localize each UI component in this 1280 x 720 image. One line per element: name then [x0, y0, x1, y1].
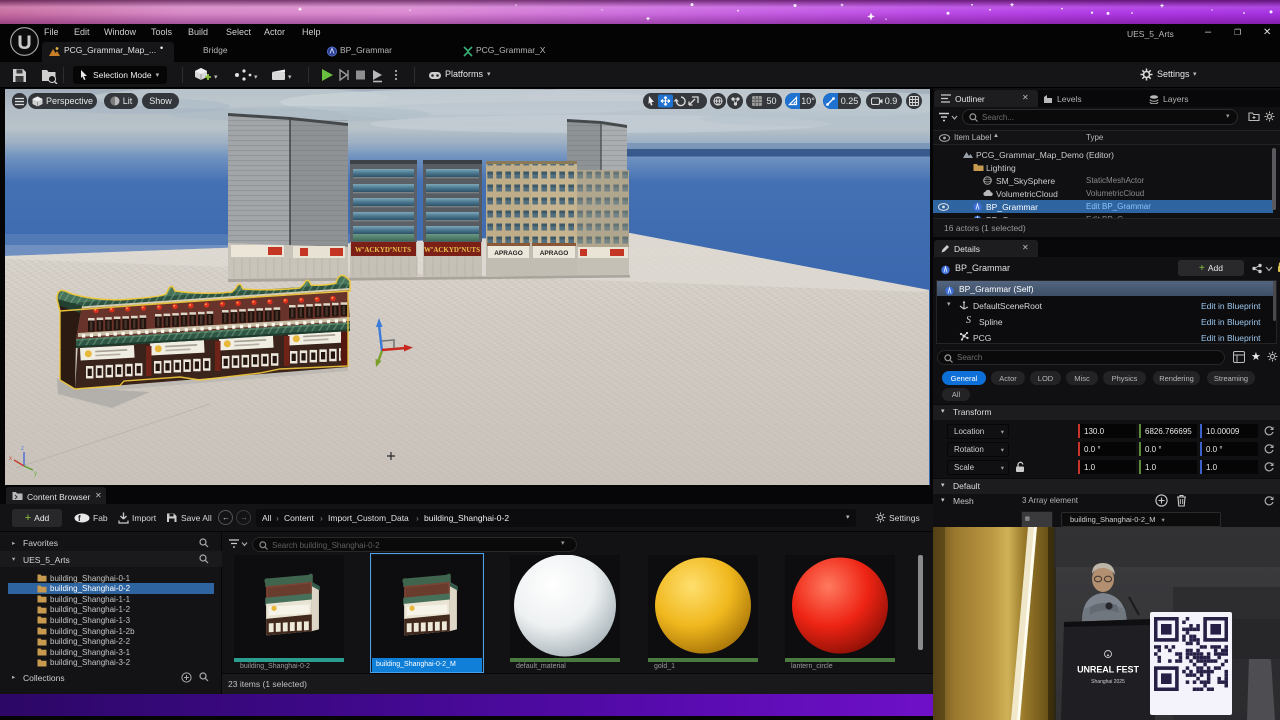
- svg-text:f: f: [78, 514, 81, 523]
- svg-text:WºACKYDºNUTS: WºACKYDºNUTS: [424, 246, 480, 254]
- svg-text:APRAGO: APRAGO: [540, 250, 569, 257]
- svg-text:WºACKYDºNUTS: WºACKYDºNUTS: [355, 246, 411, 254]
- svg-text:y: y: [34, 471, 37, 477]
- svg-text:Shanghai 2025: Shanghai 2025: [1091, 679, 1125, 685]
- svg-text:UNREAL FEST: UNREAL FEST: [1077, 665, 1139, 675]
- svg-text:z: z: [21, 446, 24, 452]
- svg-text:▾: ▾: [288, 74, 292, 81]
- svg-text:▲: ▲: [1106, 652, 1110, 657]
- svg-text:x: x: [9, 456, 12, 462]
- svg-text:▾: ▾: [254, 74, 258, 81]
- svg-text:APRAGO: APRAGO: [494, 250, 523, 257]
- svg-text:▾: ▾: [214, 74, 218, 81]
